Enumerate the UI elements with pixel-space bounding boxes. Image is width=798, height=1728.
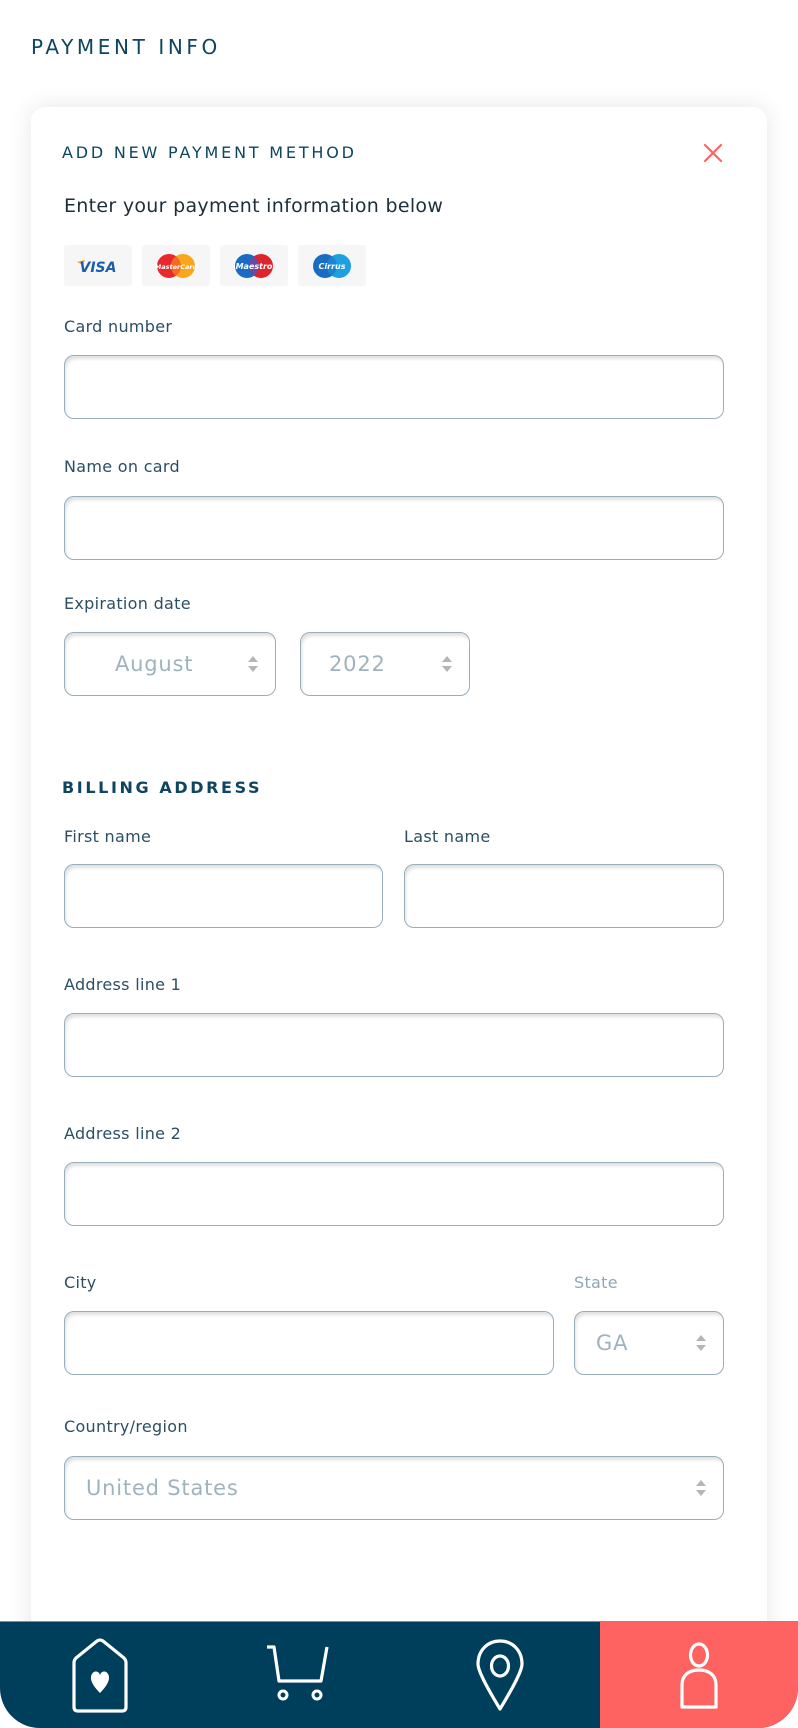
visa-icon: VISA: [77, 259, 117, 276]
maestro-icon: Maestro: [235, 253, 273, 278]
accepted-cards: VISA MasterCard Maestro Cirrus: [64, 245, 366, 286]
address-line-1-label: Address line 1: [64, 975, 182, 994]
updown-arrows-icon: [248, 656, 258, 672]
nav-favorites[interactable]: [0, 1622, 200, 1728]
visa-logo: VISA: [64, 245, 132, 286]
svg-text:Cirrus: Cirrus: [319, 262, 346, 271]
address-line-2-label: Address line 2: [64, 1124, 182, 1143]
city-input[interactable]: [64, 1311, 554, 1375]
card-title: ADD NEW PAYMENT METHOD: [62, 143, 357, 162]
state-label: State: [574, 1273, 618, 1292]
expiration-month-value: August: [115, 652, 194, 676]
close-button[interactable]: [701, 141, 725, 165]
expiration-year-select[interactable]: 2022: [300, 632, 470, 696]
maestro-logo: Maestro: [220, 245, 288, 286]
cart-icon: [267, 1645, 329, 1701]
country-label: Country/region: [64, 1417, 188, 1436]
updown-arrows-icon: [442, 656, 452, 672]
last-name-input[interactable]: [404, 864, 724, 928]
state-value: GA: [596, 1331, 629, 1355]
card-number-label: Card number: [64, 317, 173, 336]
updown-arrows-icon: [696, 1480, 706, 1496]
updown-arrows-icon: [696, 1335, 706, 1351]
name-on-card-label: Name on card: [64, 457, 180, 476]
address-line-2-input[interactable]: [64, 1162, 724, 1226]
last-name-label: Last name: [404, 827, 491, 846]
person-icon: [680, 1642, 718, 1709]
first-name-input[interactable]: [64, 864, 383, 928]
address-line-1-input[interactable]: [64, 1013, 724, 1077]
name-on-card-input[interactable]: [64, 496, 724, 560]
country-value: United States: [86, 1476, 239, 1500]
expiration-month-select[interactable]: August: [64, 632, 276, 696]
mastercard-logo: MasterCard: [142, 245, 210, 286]
expiration-date-label: Expiration date: [64, 594, 191, 613]
first-name-label: First name: [64, 827, 152, 846]
mastercard-icon: MasterCard: [155, 253, 198, 278]
cirrus-icon: Cirrus: [313, 253, 351, 278]
cirrus-logo: Cirrus: [298, 245, 366, 286]
visa-text: VISA: [80, 260, 117, 276]
card-subtitle: Enter your payment information below: [64, 195, 444, 217]
close-x-icon: [703, 143, 723, 163]
expiration-year-value: 2022: [329, 652, 386, 676]
tag-heart-icon: [72, 1638, 128, 1713]
country-select[interactable]: United States: [64, 1456, 724, 1520]
city-label: City: [64, 1273, 97, 1292]
svg-text:MasterCard: MasterCard: [155, 263, 198, 271]
bottom-nav: [0, 1621, 798, 1728]
nav-profile[interactable]: [600, 1622, 798, 1728]
nav-cart[interactable]: [200, 1622, 400, 1728]
add-payment-card: ADD NEW PAYMENT METHOD Enter your paymen…: [31, 107, 767, 1667]
nav-location[interactable]: [400, 1622, 600, 1728]
billing-address-title: BILLING ADDRESS: [62, 778, 263, 797]
map-pin-icon: [476, 1639, 524, 1711]
page-title: PAYMENT INFO: [31, 35, 221, 59]
card-number-input[interactable]: [64, 355, 724, 419]
state-select[interactable]: GA: [574, 1311, 724, 1375]
svg-text:Maestro: Maestro: [236, 262, 273, 271]
